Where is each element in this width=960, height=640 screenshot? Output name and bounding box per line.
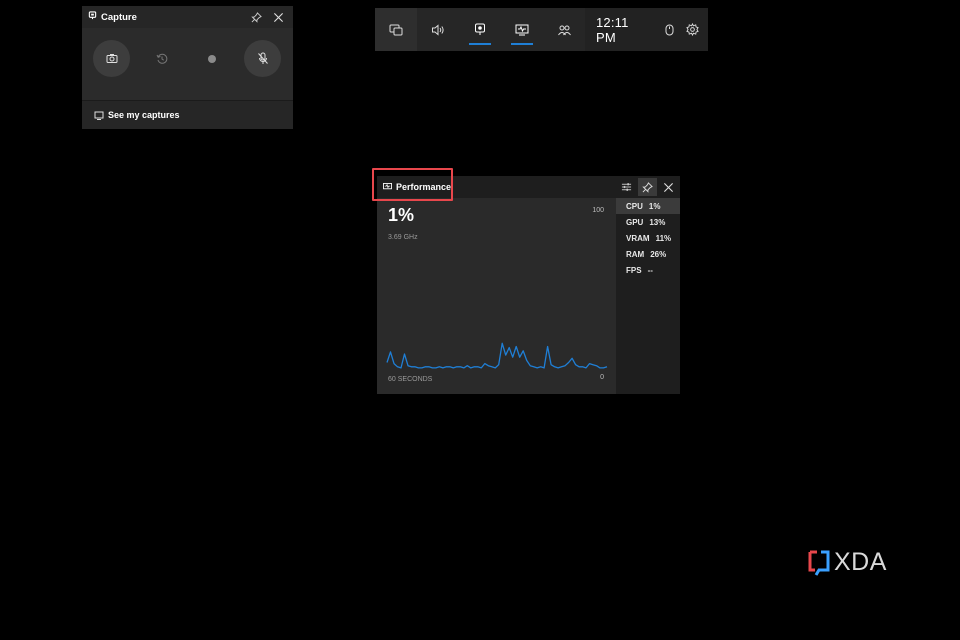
metric-value: 11% — [655, 233, 672, 243]
sliders-icon — [621, 183, 632, 191]
capture-buttons — [82, 28, 293, 100]
close-button[interactable] — [659, 178, 678, 196]
xda-watermark: XDA — [808, 548, 887, 577]
rewind-clock-icon — [156, 53, 167, 64]
capture-widget: Capture See my captures — [82, 6, 293, 129]
people-icon — [557, 25, 571, 35]
audio-widget-button[interactable] — [417, 8, 459, 51]
mic-off-icon — [257, 52, 268, 64]
capture-widget-icon — [88, 11, 97, 23]
close-icon — [663, 182, 674, 192]
record-dot-icon — [207, 54, 216, 63]
performance-widget-button[interactable] — [501, 8, 543, 51]
metric-name: CPU — [626, 201, 643, 211]
settings-button[interactable] — [684, 19, 702, 41]
gear-icon — [686, 23, 700, 36]
metric-name: VRAM — [626, 233, 650, 243]
metric-gpu[interactable]: GPU 13% — [616, 214, 680, 230]
metric-cpu[interactable]: CPU 1% — [616, 198, 680, 214]
game-bar: 12:11 PM — [375, 8, 708, 51]
metric-value: -- — [647, 265, 653, 275]
speaker-icon — [432, 23, 444, 36]
capture-title: Capture — [101, 11, 137, 23]
metric-vram[interactable]: VRAM 11% — [616, 230, 680, 246]
metric-name: GPU — [626, 217, 644, 227]
social-widget-button[interactable] — [543, 8, 585, 51]
metric-name: FPS — [626, 265, 642, 275]
mouse-icon — [665, 24, 673, 35]
capture-widget-button[interactable] — [459, 8, 501, 51]
graph-min-label: 0 — [600, 374, 604, 381]
title-highlight-box — [372, 168, 453, 201]
graph-max-label: 100 — [592, 207, 604, 214]
metric-name: RAM — [626, 249, 645, 259]
xda-logo-icon — [808, 550, 830, 576]
performance-icon — [515, 24, 529, 35]
cpu-usage-graph — [386, 342, 608, 369]
record-button[interactable] — [193, 40, 230, 77]
gallery-icon — [94, 111, 104, 120]
see-my-captures-label: See my captures — [108, 110, 180, 120]
close-icon[interactable] — [269, 8, 287, 26]
clock-time: 12:11 PM — [596, 14, 629, 45]
metric-value: 1% — [648, 201, 661, 211]
game-bar-status: 12:11 PM — [585, 8, 708, 51]
pin-icon — [642, 181, 653, 193]
mic-toggle-button[interactable] — [244, 40, 281, 77]
xda-logo-text: XDA — [834, 548, 887, 576]
cpu-usage-value: 1% — [388, 205, 415, 225]
capture-icon — [475, 23, 485, 35]
cpu-graph-panel: 1% 3.69 GHz 100 60 SECONDS 0 — [377, 198, 616, 394]
cpu-frequency: 3.69 GHz — [388, 234, 418, 241]
widget-menu-button[interactable] — [375, 8, 417, 51]
graph-time-label: 60 SECONDS — [388, 376, 433, 383]
pin-button[interactable] — [638, 178, 657, 196]
performance-widget: Performance 1% 3.69 GHz 100 60 SECONDS 0… — [377, 176, 680, 394]
metric-value: 13% — [649, 217, 666, 227]
metric-value: 26% — [650, 249, 667, 259]
metric-ram[interactable]: RAM 26% — [616, 246, 680, 262]
performance-tools — [615, 178, 678, 196]
capture-header: Capture — [82, 6, 293, 28]
camera-icon — [106, 54, 117, 63]
widget-menu-icon — [389, 24, 403, 35]
screenshot-button[interactable] — [93, 40, 130, 77]
record-last-button[interactable] — [143, 40, 180, 77]
metric-fps[interactable]: FPS -- — [616, 262, 680, 278]
pin-icon[interactable] — [247, 8, 265, 26]
see-my-captures-link[interactable]: See my captures — [82, 100, 293, 129]
widget-toolbar — [417, 8, 585, 51]
metric-list: CPU 1% GPU 13% VRAM 11% RAM 26% FPS -- — [616, 198, 680, 394]
options-button[interactable] — [617, 178, 636, 196]
mouse-button[interactable] — [660, 19, 678, 41]
cpu-usage-line — [386, 342, 608, 369]
